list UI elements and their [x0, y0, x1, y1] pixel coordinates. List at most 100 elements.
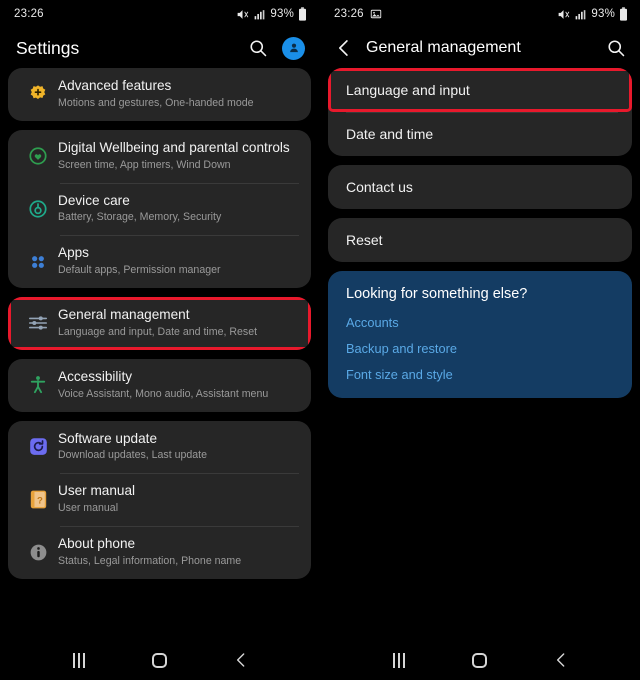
navigation-bar-left	[0, 640, 319, 680]
row-subtitle: Motions and gestures, One-handed mode	[58, 96, 254, 109]
battery-percent-label: 93%	[591, 8, 615, 20]
mute-icon	[238, 9, 249, 19]
gm-group-language-date: Language and input Date and time	[328, 68, 632, 156]
search-icon[interactable]	[248, 38, 268, 58]
settings-row-about-phone[interactable]: About phone Status, Legal information, P…	[8, 526, 311, 579]
settings-list[interactable]: Advanced features Motions and gestures, …	[0, 68, 319, 640]
page-title: General management	[366, 39, 521, 56]
row-title: Reset	[346, 232, 383, 248]
row-title: Digital Wellbeing and parental controls	[58, 139, 290, 155]
app-bar-actions	[248, 36, 305, 60]
settings-row-digital-wellbeing[interactable]: Digital Wellbeing and parental controls …	[8, 130, 311, 183]
row-subtitle: Screen time, App timers, Wind Down	[58, 158, 231, 171]
settings-row-software-update[interactable]: Software update Download updates, Last u…	[8, 421, 311, 474]
settings-row-text: General management Language and input, D…	[58, 307, 297, 340]
recents-button[interactable]	[377, 645, 421, 675]
suggestion-link-font-size-and-style[interactable]: Font size and style	[346, 367, 614, 382]
settings-row-accessibility[interactable]: Accessibility Voice Assistant, Mono audi…	[8, 359, 311, 412]
user-manual-icon: ?	[18, 489, 58, 510]
home-button[interactable]	[458, 645, 502, 675]
gm-row-date-and-time[interactable]: Date and time	[328, 112, 632, 156]
suggestion-link-backup-and-restore[interactable]: Backup and restore	[346, 341, 614, 356]
settings-row-apps[interactable]: Apps Default apps, Permission manager	[8, 235, 311, 288]
status-bar-right-group: 93%	[557, 7, 628, 21]
gm-group-reset: Reset	[328, 218, 632, 262]
back-button[interactable]	[219, 645, 263, 675]
recents-icon	[72, 652, 85, 668]
back-chevron-icon[interactable]	[334, 38, 354, 58]
row-title: User manual	[58, 483, 136, 499]
status-time: 23:26	[334, 8, 364, 20]
row-subtitle: Default apps, Permission manager	[58, 264, 221, 277]
navigation-bar-right	[320, 640, 640, 680]
software-update-icon	[18, 436, 58, 457]
gm-row-language-and-input[interactable]: Language and input	[328, 68, 632, 112]
settings-row-text: Apps Default apps, Permission manager	[58, 245, 297, 278]
battery-percent-label: 93%	[270, 8, 294, 20]
suggestion-heading: Looking for something else?	[346, 286, 528, 302]
device-care-icon	[18, 198, 58, 220]
row-title: Apps	[58, 245, 89, 261]
recents-button[interactable]	[57, 645, 101, 675]
row-title: Accessibility	[58, 368, 133, 384]
home-button[interactable]	[138, 645, 182, 675]
back-button[interactable]	[539, 645, 583, 675]
back-chevron-icon	[557, 653, 565, 667]
home-icon	[152, 652, 167, 668]
apps-grid-icon	[18, 252, 58, 272]
back-chevron-icon	[236, 653, 244, 667]
settings-row-text: User manual User manual	[58, 483, 297, 516]
account-avatar-icon[interactable]	[282, 36, 305, 60]
row-subtitle: Status, Legal information, Phone name	[58, 554, 242, 567]
gm-row-reset[interactable]: Reset	[328, 218, 632, 262]
row-subtitle: Language and input, Date and time, Reset	[58, 325, 258, 338]
settings-row-text: Advanced features Motions and gestures, …	[58, 78, 297, 111]
mute-icon	[559, 9, 570, 19]
row-title: Language and input	[346, 82, 470, 98]
gm-group-contact: Contact us	[328, 165, 632, 209]
settings-group-advanced: Advanced features Motions and gestures, …	[8, 68, 311, 121]
settings-row-text: Digital Wellbeing and parental controls …	[58, 140, 297, 173]
advanced-features-icon	[18, 83, 58, 105]
status-bar-right: 23:26 93%	[320, 0, 640, 28]
home-icon	[472, 652, 488, 668]
settings-row-user-manual[interactable]: ? User manual User manual	[8, 473, 311, 526]
settings-row-advanced-features[interactable]: Advanced features Motions and gestures, …	[8, 68, 311, 121]
row-title: Contact us	[346, 179, 413, 195]
status-bar-left: 23:26 93%	[0, 0, 319, 28]
accessibility-person-icon	[18, 374, 58, 396]
row-subtitle: User manual	[58, 502, 119, 515]
settings-group-system: Software update Download updates, Last u…	[8, 420, 311, 579]
svg-text:?: ?	[36, 495, 42, 506]
recents-icon	[392, 652, 405, 668]
settings-group-accessibility: Accessibility Voice Assistant, Mono audi…	[8, 358, 311, 412]
row-title: About phone	[58, 536, 136, 551]
row-title: Advanced features	[58, 78, 172, 93]
row-title: Date and time	[346, 126, 434, 142]
settings-row-general-management[interactable]: General management Language and input, D…	[8, 297, 311, 350]
image-notification-icon	[370, 9, 381, 19]
general-management-screen: 23:26 93% General management Language an…	[320, 0, 640, 680]
sliders-icon	[18, 312, 58, 334]
settings-row-text: Software update Download updates, Last u…	[58, 431, 297, 464]
row-title: Device care	[58, 192, 130, 208]
suggestion-card: Looking for something else? Accounts Bac…	[328, 271, 632, 398]
settings-group-wellbeing: Digital Wellbeing and parental controls …	[8, 129, 311, 288]
row-title: General management	[58, 307, 190, 322]
row-title: Software update	[58, 430, 157, 446]
status-bar-right-group: 93%	[236, 7, 307, 21]
settings-row-text: Device care Battery, Storage, Memory, Se…	[58, 193, 297, 226]
settings-row-device-care[interactable]: Device care Battery, Storage, Memory, Se…	[8, 182, 311, 236]
gm-row-contact-us[interactable]: Contact us	[328, 165, 632, 209]
info-icon	[18, 542, 58, 563]
signal-bars-icon	[255, 9, 265, 19]
status-time: 23:26	[14, 8, 44, 20]
settings-row-text: Accessibility Voice Assistant, Mono audi…	[58, 369, 297, 402]
general-management-list[interactable]: Language and input Date and time Contact…	[320, 68, 640, 640]
search-icon[interactable]	[606, 38, 626, 58]
signal-bars-icon	[576, 9, 586, 19]
battery-icon	[620, 7, 627, 21]
row-subtitle: Battery, Storage, Memory, Security	[58, 211, 222, 224]
suggestion-link-accounts[interactable]: Accounts	[346, 315, 614, 330]
general-management-app-bar: General management	[320, 28, 640, 68]
